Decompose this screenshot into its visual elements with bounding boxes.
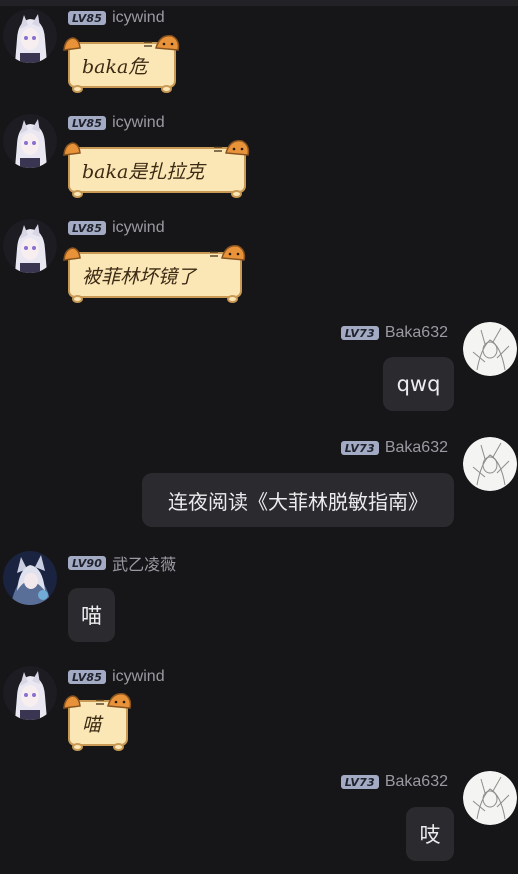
avatar[interactable] xyxy=(463,771,517,825)
level-badge: LV85 xyxy=(68,11,107,25)
cat-ear-left-icon xyxy=(62,694,82,710)
username[interactable]: Baka632 xyxy=(385,439,448,457)
cat-bubble[interactable]: baka危 xyxy=(63,35,180,93)
message-text: baka是扎拉克 xyxy=(82,160,205,183)
username[interactable]: icywind xyxy=(112,114,164,132)
cat-bubble[interactable]: 喵 xyxy=(63,693,132,751)
cat-bubble[interactable]: baka是扎拉克 xyxy=(63,140,250,198)
cat-face-icon xyxy=(208,242,248,262)
paw-right-icon xyxy=(113,743,124,751)
avatar[interactable] xyxy=(3,219,57,273)
username[interactable]: Baka632 xyxy=(385,773,448,791)
username[interactable]: icywind xyxy=(112,219,164,237)
username[interactable]: icywind xyxy=(112,668,164,686)
level-badge: LV85 xyxy=(68,670,107,684)
username[interactable]: 武乙凌薇 xyxy=(112,551,176,575)
level-badge: LV85 xyxy=(68,221,107,235)
message-meta: LV85 icywind xyxy=(68,114,165,132)
cat-ear-left-icon xyxy=(62,141,82,157)
message-bubble[interactable]: 连夜阅读《大菲林脱敏指南》 xyxy=(142,473,454,527)
cat-bubble[interactable]: 被菲林坏镜了 xyxy=(63,245,246,303)
level-badge: LV90 xyxy=(68,556,107,570)
top-edge-bar xyxy=(0,0,518,6)
message-meta: LV85 icywind xyxy=(68,9,165,27)
avatar[interactable] xyxy=(463,322,517,376)
avatar[interactable] xyxy=(3,9,57,63)
message-meta: LV90 武乙凌薇 xyxy=(68,551,176,575)
level-badge: LV73 xyxy=(340,775,379,789)
message-bubble[interactable]: qwq xyxy=(383,357,454,411)
cat-face-icon xyxy=(212,137,252,157)
message-text: 被菲林坏镜了 xyxy=(82,265,197,288)
avatar[interactable] xyxy=(3,551,57,605)
message-text: 喵 xyxy=(82,713,102,736)
paw-right-icon xyxy=(227,295,238,303)
level-badge: LV73 xyxy=(340,441,379,455)
cat-face-icon xyxy=(142,32,182,52)
avatar[interactable] xyxy=(3,666,57,720)
message-meta: LV73 Baka632 xyxy=(340,439,448,457)
message-meta: LV73 Baka632 xyxy=(340,773,448,791)
paw-right-icon xyxy=(161,85,172,93)
message-text: baka危 xyxy=(82,55,148,78)
level-badge: LV85 xyxy=(68,116,107,130)
message-meta: LV85 icywind xyxy=(68,219,165,237)
message-bubble[interactable]: 吱 xyxy=(406,807,454,861)
avatar[interactable] xyxy=(463,437,517,491)
message-bubble[interactable]: 喵 xyxy=(68,588,115,642)
username[interactable]: Baka632 xyxy=(385,324,448,342)
message-meta: LV85 icywind xyxy=(68,668,165,686)
cat-ear-left-icon xyxy=(62,246,82,262)
avatar[interactable] xyxy=(3,114,57,168)
paw-right-icon xyxy=(231,190,242,198)
username[interactable]: icywind xyxy=(112,9,164,27)
level-badge: LV73 xyxy=(340,326,379,340)
message-meta: LV73 Baka632 xyxy=(340,324,448,342)
cat-ear-left-icon xyxy=(62,36,82,52)
